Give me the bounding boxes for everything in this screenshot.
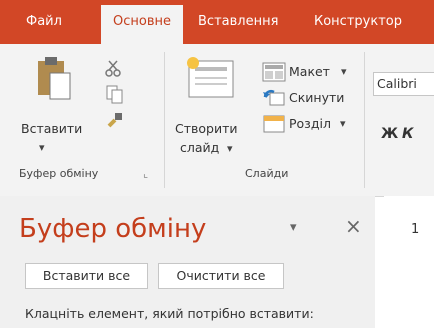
layout-icon [262,62,286,82]
tab-design[interactable]: Конструктор [314,0,402,44]
close-icon[interactable]: × [345,214,362,238]
paste-icon[interactable] [36,55,74,101]
layout-dropdown-icon[interactable]: ▾ [341,65,347,78]
cut-icon[interactable] [104,59,122,77]
slide-number: 1 [411,222,420,237]
paste-button[interactable]: Вставити [21,121,82,136]
tab-home[interactable]: Основне [101,5,183,44]
new-slide-icon[interactable] [185,55,237,101]
reset-button[interactable]: Скинути [289,90,344,105]
new-slide-line1[interactable]: Створити [175,121,238,136]
pane-options-dropdown-icon[interactable]: ▾ [290,220,297,235]
layout-button[interactable]: Макет [289,64,330,79]
section-button[interactable]: Розділ [289,116,331,131]
font-name-box[interactable]: Calibri [373,72,434,96]
reset-icon [263,89,285,106]
ribbon-group-divider [364,52,365,188]
pane-title: Буфер обміну [19,214,207,244]
clear-all-button[interactable]: Очистити все [158,263,284,289]
slides-group-label: Слайди [245,167,289,180]
clipboard-group-label: Буфер обміну [19,167,99,180]
copy-icon[interactable] [104,84,128,106]
paste-dropdown-icon[interactable]: ▾ [39,141,45,154]
tab-file[interactable]: Файл [26,0,62,44]
tab-insert[interactable]: Вставлення [198,0,278,44]
section-icon [263,115,285,133]
slide-thumbnail-pane [384,196,434,328]
new-slide-dropdown-icon[interactable]: ▾ [227,142,233,155]
new-slide-line2[interactable]: слайд [180,140,219,155]
format-painter-icon[interactable] [106,111,124,129]
bold-button[interactable]: Ж [381,126,398,142]
paste-all-button[interactable]: Вставити все [25,263,148,289]
dialog-launcher-icon[interactable]: ⌞ [143,167,148,180]
italic-button[interactable]: К [402,126,413,142]
section-dropdown-icon[interactable]: ▾ [340,117,346,130]
pane-instruction: Клацніть елемент, який потрібно вставити… [25,306,314,321]
ribbon-group-divider [164,52,165,188]
